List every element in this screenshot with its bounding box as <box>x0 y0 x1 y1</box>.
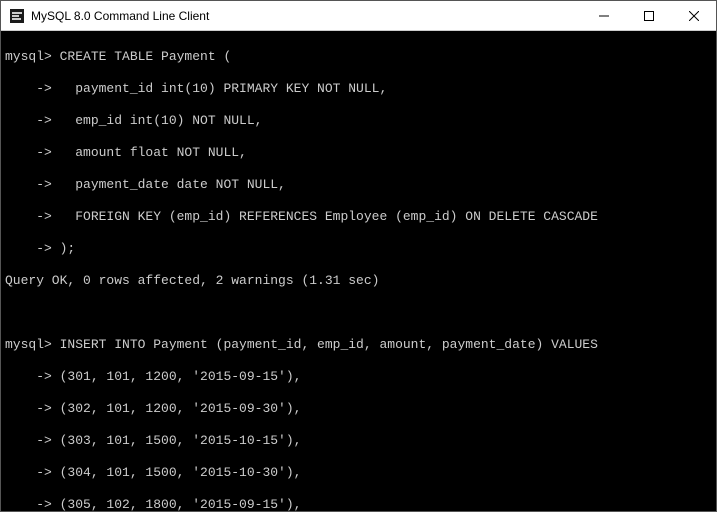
sql-text: ); <box>52 241 75 256</box>
maximize-button[interactable] <box>626 1 671 30</box>
cont-prompt: -> <box>5 401 52 416</box>
sql-text: amount float NOT NULL, <box>52 145 247 160</box>
app-icon <box>9 8 25 24</box>
blank-line <box>5 305 712 321</box>
window-title: MySQL 8.0 Command Line Client <box>31 9 581 23</box>
sql-text: (305, 102, 1800, '2015-09-15'), <box>52 497 302 511</box>
sql-text: payment_id int(10) PRIMARY KEY NOT NULL, <box>52 81 387 96</box>
window-controls <box>581 1 716 30</box>
sql-text: (301, 101, 1200, '2015-09-15'), <box>52 369 302 384</box>
sql-text: payment_date date NOT NULL, <box>52 177 286 192</box>
cont-prompt: -> <box>5 113 52 128</box>
cont-prompt: -> <box>5 81 52 96</box>
prompt: mysql> <box>5 49 52 64</box>
prompt: mysql> <box>5 337 52 352</box>
sql-text: emp_id int(10) NOT NULL, <box>52 113 263 128</box>
titlebar[interactable]: MySQL 8.0 Command Line Client <box>1 1 716 31</box>
cont-prompt: -> <box>5 145 52 160</box>
sql-text: CREATE TABLE Payment ( <box>52 49 231 64</box>
cont-prompt: -> <box>5 465 52 480</box>
minimize-button[interactable] <box>581 1 626 30</box>
sql-text: INSERT INTO Payment (payment_id, emp_id,… <box>52 337 598 352</box>
sql-text: (302, 101, 1200, '2015-09-30'), <box>52 401 302 416</box>
sql-text: (303, 101, 1500, '2015-10-15'), <box>52 433 302 448</box>
cont-prompt: -> <box>5 241 52 256</box>
query-result: Query OK, 0 rows affected, 2 warnings (1… <box>5 273 712 289</box>
sql-text: FOREIGN KEY (emp_id) REFERENCES Employee… <box>52 209 598 224</box>
cont-prompt: -> <box>5 497 52 511</box>
close-button[interactable] <box>671 1 716 30</box>
cont-prompt: -> <box>5 433 52 448</box>
cont-prompt: -> <box>5 209 52 224</box>
terminal-output[interactable]: mysql> CREATE TABLE Payment ( -> payment… <box>1 31 716 511</box>
app-window: MySQL 8.0 Command Line Client mysql> CRE… <box>0 0 717 512</box>
cont-prompt: -> <box>5 177 52 192</box>
cont-prompt: -> <box>5 369 52 384</box>
sql-text: (304, 101, 1500, '2015-10-30'), <box>52 465 302 480</box>
